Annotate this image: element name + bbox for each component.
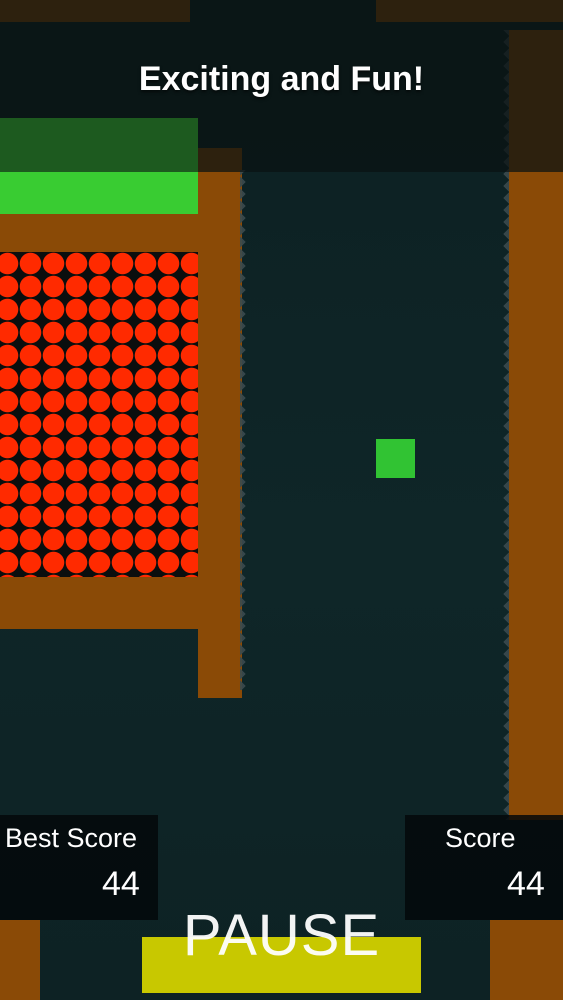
score-label: Score (445, 823, 516, 853)
pause-label[interactable]: PAUSE (142, 902, 421, 969)
score-panel: Score 44 (405, 815, 563, 920)
red-ball-cluster (0, 252, 198, 577)
banner-title: Exciting and Fun! (138, 60, 425, 98)
wall-bottom-right (490, 920, 563, 1000)
best-score-label: Best Score (5, 823, 138, 853)
wall-bottom-left (0, 920, 40, 1000)
wall-left-lower (0, 577, 242, 629)
score-value: 44 (507, 865, 545, 903)
best-score-panel: Best Score 44 (0, 815, 158, 920)
wall-left-upper (0, 214, 242, 252)
green-bar-shaded (0, 118, 198, 173)
best-score-value: 44 (102, 865, 140, 903)
player-square (376, 439, 415, 478)
spikes-left (240, 170, 252, 690)
green-bar (0, 172, 198, 214)
